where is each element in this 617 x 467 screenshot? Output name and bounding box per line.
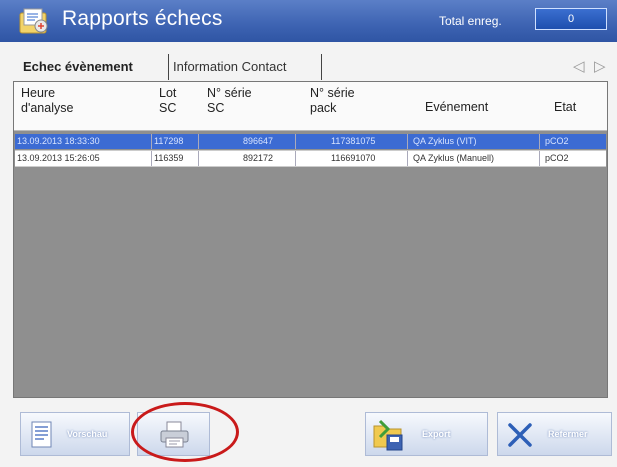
screen: Rapports échecs Total enreg. 0 Echec évè… [0,0,617,467]
cell-event: QA Zyklus (Manuell) [413,151,540,166]
document-preview-icon [31,421,52,448]
cell-sc-lot: 116359 [154,151,199,166]
preview-button[interactable]: Vorschau [20,412,130,456]
tab-bar: Echec évènement Information Contact ◁ ▷ [12,50,612,80]
column-header-sc-serial[interactable]: N° série SC [207,86,252,116]
close-button-label: Refermer [548,429,588,439]
column-header-pack-serial[interactable]: N° série pack [310,86,355,116]
title-bar: Rapports échecs Total enreg. 0 [0,0,617,42]
cell-event: QA Zyklus (VIT) [413,134,540,149]
column-header-state[interactable]: Etat [554,100,576,115]
total-records-label: Total enreg. [439,14,502,28]
scroll-right-icon[interactable]: ▷ [594,57,606,75]
page-title: Rapports échecs [62,7,223,30]
printer-icon [160,421,189,448]
cell-state: pCO2 [545,153,569,163]
failure-report-table: Heure d'analyse Lot SC N° série SC N° sé… [13,81,608,398]
preview-button-label: Vorschau [67,429,108,439]
cell-analysis-time: 13.09.2013 15:26:05 [17,151,152,166]
tab-divider [321,54,322,80]
cell-sc-serial: 892172 [203,151,296,166]
column-header-event[interactable]: Evénement [425,100,488,115]
cell-analysis-time: 13.09.2013 18:33:30 [17,134,152,149]
export-folder-save-icon [373,419,403,451]
column-header-sc-lot[interactable]: Lot SC [159,86,176,116]
column-header-analysis-time[interactable]: Heure d'analyse [21,86,73,116]
table-row[interactable]: 13.09.2013 15:26:05 116359 892172 116691… [15,150,606,167]
tab-divider [168,54,169,80]
export-button[interactable]: Export [365,412,488,456]
cell-sc-serial: 896647 [203,134,296,149]
tab-contact-information[interactable]: Information Contact [170,56,289,78]
export-button-label: Export [422,429,451,439]
close-icon [508,423,532,447]
print-button[interactable] [137,412,210,456]
table-row-selected[interactable]: 13.09.2013 18:33:30 117298 896647 117381… [15,134,606,149]
cell-pack-serial: 116691070 [301,151,408,166]
total-records-value: 0 [535,8,607,30]
scroll-left-icon[interactable]: ◁ [573,57,585,75]
cell-sc-lot: 117298 [154,134,199,149]
tab-failure-event[interactable]: Echec évènement [20,56,136,78]
close-button[interactable]: Refermer [497,412,612,456]
cell-pack-serial: 117381075 [301,134,408,149]
cell-state: pCO2 [545,136,569,146]
report-folder-icon [19,8,48,34]
table-header: Heure d'analyse Lot SC N° série SC N° sé… [14,82,607,131]
